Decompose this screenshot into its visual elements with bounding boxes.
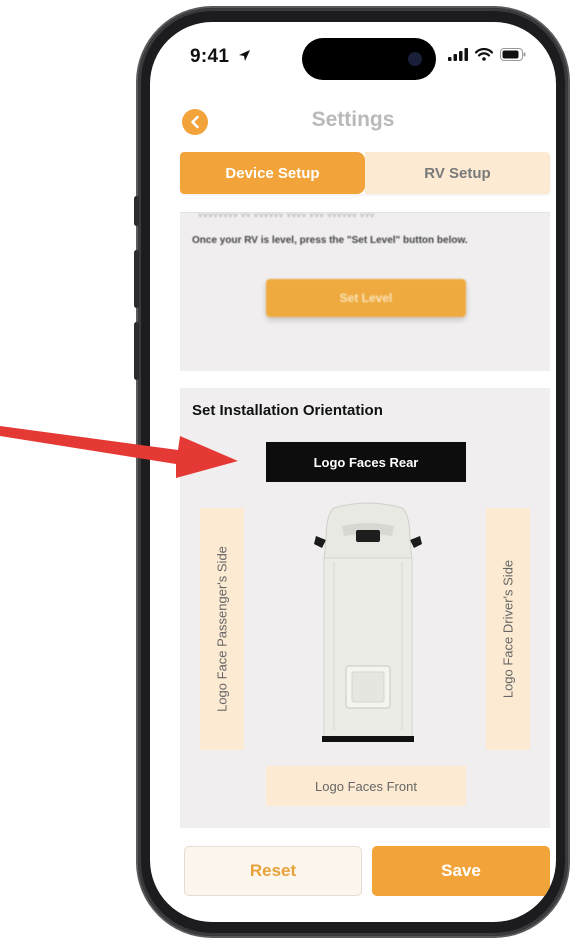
logo-faces-rear-option[interactable]: Logo Faces Rear xyxy=(266,442,466,482)
battery-icon xyxy=(500,48,526,61)
status-time: 9:41 xyxy=(190,46,251,68)
rv-van-icon xyxy=(314,502,422,742)
status-bar: 9:41 xyxy=(150,22,556,92)
setup-tabs: Device Setup RV Setup xyxy=(180,152,550,194)
logo-face-driver-side-option[interactable]: Logo Face Driver's Side xyxy=(486,508,530,750)
logo-faces-front-option[interactable]: Logo Faces Front xyxy=(266,766,466,806)
wifi-icon xyxy=(475,48,493,61)
page-title: Settings xyxy=(311,108,395,131)
time-text: 9:41 xyxy=(190,46,230,67)
annotation-arrow-icon xyxy=(0,426,238,478)
action-button xyxy=(134,196,139,226)
volume-up-button xyxy=(134,250,139,308)
location-arrow-icon xyxy=(238,50,250,61)
passenger-side-label: Logo Face Passenger's Side xyxy=(214,546,230,712)
clipped-text: xxxxxxxx xx xxxxxx xxxx xxx xxxxxx xxx xyxy=(198,211,375,217)
camera-icon xyxy=(408,52,422,66)
set-level-button[interactable]: Set Level xyxy=(266,279,466,317)
logo-face-passenger-side-option[interactable]: Logo Face Passenger's Side xyxy=(200,508,244,750)
reset-button[interactable]: Reset xyxy=(184,846,362,896)
stage: 9:41 Settings Device Setup RV Setup xxxx… xyxy=(0,0,581,940)
save-button[interactable]: Save xyxy=(372,846,550,896)
tab-device-setup[interactable]: Device Setup xyxy=(180,152,365,194)
dynamic-island xyxy=(302,38,436,80)
volume-down-button xyxy=(134,322,139,380)
driver-side-label: Logo Face Driver's Side xyxy=(500,559,516,699)
status-icons xyxy=(448,48,526,61)
cellular-signal-icon xyxy=(448,48,468,61)
tab-rv-setup[interactable]: RV Setup xyxy=(365,152,550,194)
level-section: xxxxxxxx xx xxxxxx xxxx xxx xxxxxx xxx O… xyxy=(180,211,550,371)
header: Settings xyxy=(150,104,556,144)
level-instructions: Once your RV is level, press the "Set Le… xyxy=(192,235,468,246)
